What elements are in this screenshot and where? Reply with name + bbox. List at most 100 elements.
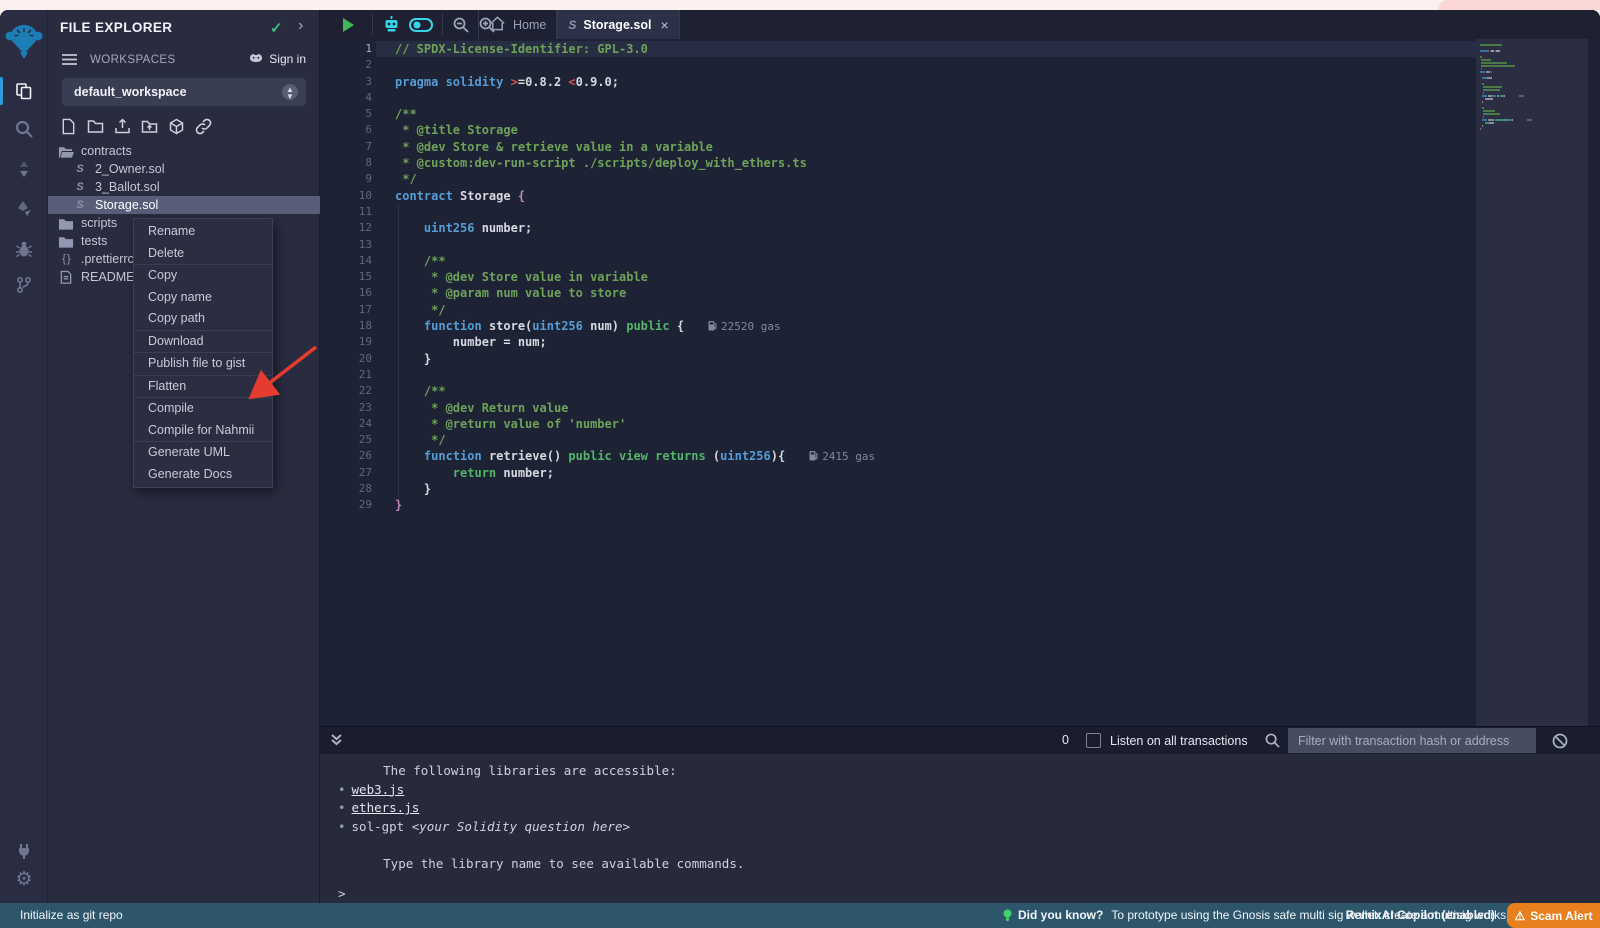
minimap[interactable] — [1476, 39, 1588, 726]
context-menu-publish-file-to-gist[interactable]: Publish file to gist — [134, 353, 272, 375]
context-menu-compile[interactable]: Compile — [134, 398, 272, 420]
expand-terminal-icon[interactable] — [330, 733, 343, 752]
file-context-menu: RenameDeleteCopyCopy nameCopy pathDownlo… — [133, 218, 273, 488]
code-line-7: * @dev Store & retrieve value in a varia… — [395, 139, 875, 155]
zoom-out-button[interactable] — [448, 10, 474, 39]
search-icon[interactable] — [0, 112, 48, 146]
tree-item-label: scripts — [81, 216, 117, 230]
git-init-button[interactable]: Initialize as git repo — [20, 908, 123, 922]
lightbulb-icon — [1003, 909, 1012, 922]
solidity-file-icon: S — [72, 181, 88, 193]
play-button[interactable] — [334, 10, 362, 39]
github-icon — [248, 53, 264, 66]
terminal-line: •sol-gpt <your Solidity question here> — [338, 818, 744, 837]
upload-file-icon[interactable] — [114, 118, 131, 135]
tree-item-label: README. — [81, 270, 138, 284]
tree-item-contracts[interactable]: contracts — [48, 142, 320, 160]
tree-item-label: 3_Ballot.sol — [95, 180, 160, 194]
tree-item-2-owner-sol[interactable]: S2_Owner.sol — [48, 160, 320, 178]
tree-item-label: .prettierrc — [81, 252, 134, 266]
chevron-right-icon[interactable]: › — [298, 17, 303, 35]
new-file-icon[interactable] — [60, 118, 77, 135]
settings-icon[interactable]: ⚙ — [0, 862, 48, 896]
close-icon[interactable]: × — [660, 17, 668, 33]
check-icon: ✓ — [270, 19, 283, 37]
solidity-compiler-icon[interactable] — [0, 152, 48, 186]
remixai-robot-icon[interactable] — [378, 10, 404, 39]
tab-label: Home — [513, 18, 546, 32]
code-line-9: */ — [395, 171, 875, 187]
tab-label: Storage.sol — [583, 18, 651, 32]
git-icon[interactable] — [0, 268, 48, 302]
code-line-20: } — [395, 351, 875, 367]
browser-top-strip — [0, 0, 1600, 10]
workspace-name: default_workspace — [74, 85, 187, 99]
code-line-16: * @param num value to store — [395, 285, 875, 301]
tab-storage-sol[interactable]: S Storage.sol × — [557, 10, 679, 39]
context-menu-delete[interactable]: Delete — [134, 243, 272, 265]
editor-right-edge — [1588, 39, 1600, 726]
solidity-file-icon: S — [568, 18, 576, 32]
code-line-22: /** — [395, 383, 875, 399]
context-menu-copy-name[interactable]: Copy name — [134, 287, 272, 309]
file-explorer-icon[interactable] — [0, 74, 48, 108]
solidity-file-icon: S — [72, 199, 88, 211]
terminal-prompt[interactable]: > — [338, 886, 346, 901]
terminal-link-ethers-js[interactable]: ethers.js — [352, 800, 420, 815]
context-menu-copy-path[interactable]: Copy path — [134, 308, 272, 330]
listen-label[interactable]: Listen on all transactions — [1110, 734, 1248, 748]
editor-tabs: Home S Storage.sol × — [478, 10, 680, 39]
link-icon[interactable] — [195, 118, 212, 135]
workspace-menu-icon[interactable] — [62, 53, 77, 71]
tree-item-storage-sol[interactable]: SStorage.sol — [48, 196, 320, 214]
clear-console-icon[interactable] — [1552, 733, 1568, 754]
sign-in-label: Sign in — [269, 52, 306, 66]
tree-item-label: 2_Owner.sol — [95, 162, 164, 176]
context-menu-flatten[interactable]: Flatten — [134, 376, 272, 398]
scam-alert-button[interactable]: ⚠ Scam Alert — [1507, 903, 1600, 928]
terminal-line: Type the library name to see available c… — [338, 855, 744, 874]
remix-logo-icon[interactable] — [4, 22, 44, 64]
context-menu-compile-for-nahmii[interactable]: Compile for Nahmii — [134, 420, 272, 442]
ipfs-cube-icon[interactable] — [168, 118, 185, 135]
activity-bar: ⚙ — [0, 10, 48, 903]
code-line-4 — [395, 90, 875, 106]
context-menu-generate-uml[interactable]: Generate UML — [134, 442, 272, 464]
copilot-status[interactable]: RemixAI Copilot (enabled) — [1346, 908, 1495, 922]
tab-home[interactable]: Home — [478, 10, 557, 39]
context-menu-generate-docs[interactable]: Generate Docs — [134, 464, 272, 486]
transaction-filter-input[interactable] — [1288, 728, 1536, 753]
code-line-27: return number; — [395, 465, 875, 481]
remix-app-window: ⚙ FILE EXPLORER ✓ › WORKSPACES Sign in d… — [0, 10, 1600, 928]
code-line-11 — [395, 204, 875, 220]
listen-checkbox[interactable] — [1086, 733, 1101, 748]
tree-item-3-ballot-sol[interactable]: S 3_Ballot.sol — [48, 178, 320, 196]
code-line-8: * @custom:dev-run-script ./scripts/deplo… — [395, 155, 875, 171]
debugger-icon[interactable] — [0, 232, 48, 266]
code-line-5: /** — [395, 106, 875, 122]
warning-icon: ⚠ — [1514, 909, 1525, 923]
folder-open-icon — [58, 144, 74, 159]
code-line-24: * @return value of 'number' — [395, 416, 875, 432]
terminal-output[interactable]: The following libraries are accessible:•… — [320, 754, 1600, 903]
new-folder-icon[interactable] — [87, 118, 104, 135]
terminal-line: •ethers.js — [338, 799, 744, 818]
remixai-toggle[interactable] — [406, 10, 436, 39]
deploy-run-icon[interactable] — [0, 192, 48, 226]
context-menu-download[interactable]: Download — [134, 331, 272, 353]
workspace-select[interactable]: default_workspace ▲▼ — [62, 78, 306, 106]
code-editor[interactable]: 1234567891011121314151617181920212223242… — [320, 39, 1600, 726]
upload-folder-icon[interactable] — [141, 118, 158, 135]
code-line-23: * @dev Return value — [395, 400, 875, 416]
context-menu-rename[interactable]: Rename — [134, 221, 272, 243]
code-line-15: * @dev Store value in variable — [395, 269, 875, 285]
file-icon — [58, 270, 74, 285]
terminal-search-icon[interactable] — [1265, 733, 1280, 753]
tree-item-label: tests — [81, 234, 107, 248]
status-bar: Initialize as git repo Did you know? To … — [0, 903, 1600, 928]
code-line-1: // SPDX-License-Identifier: GPL-3.0 — [395, 41, 875, 57]
code-line-17: */ — [395, 302, 875, 318]
context-menu-copy[interactable]: Copy — [134, 265, 272, 287]
terminal-link-web3-js[interactable]: web3.js — [352, 782, 405, 797]
github-sign-in[interactable]: Sign in — [248, 52, 306, 66]
